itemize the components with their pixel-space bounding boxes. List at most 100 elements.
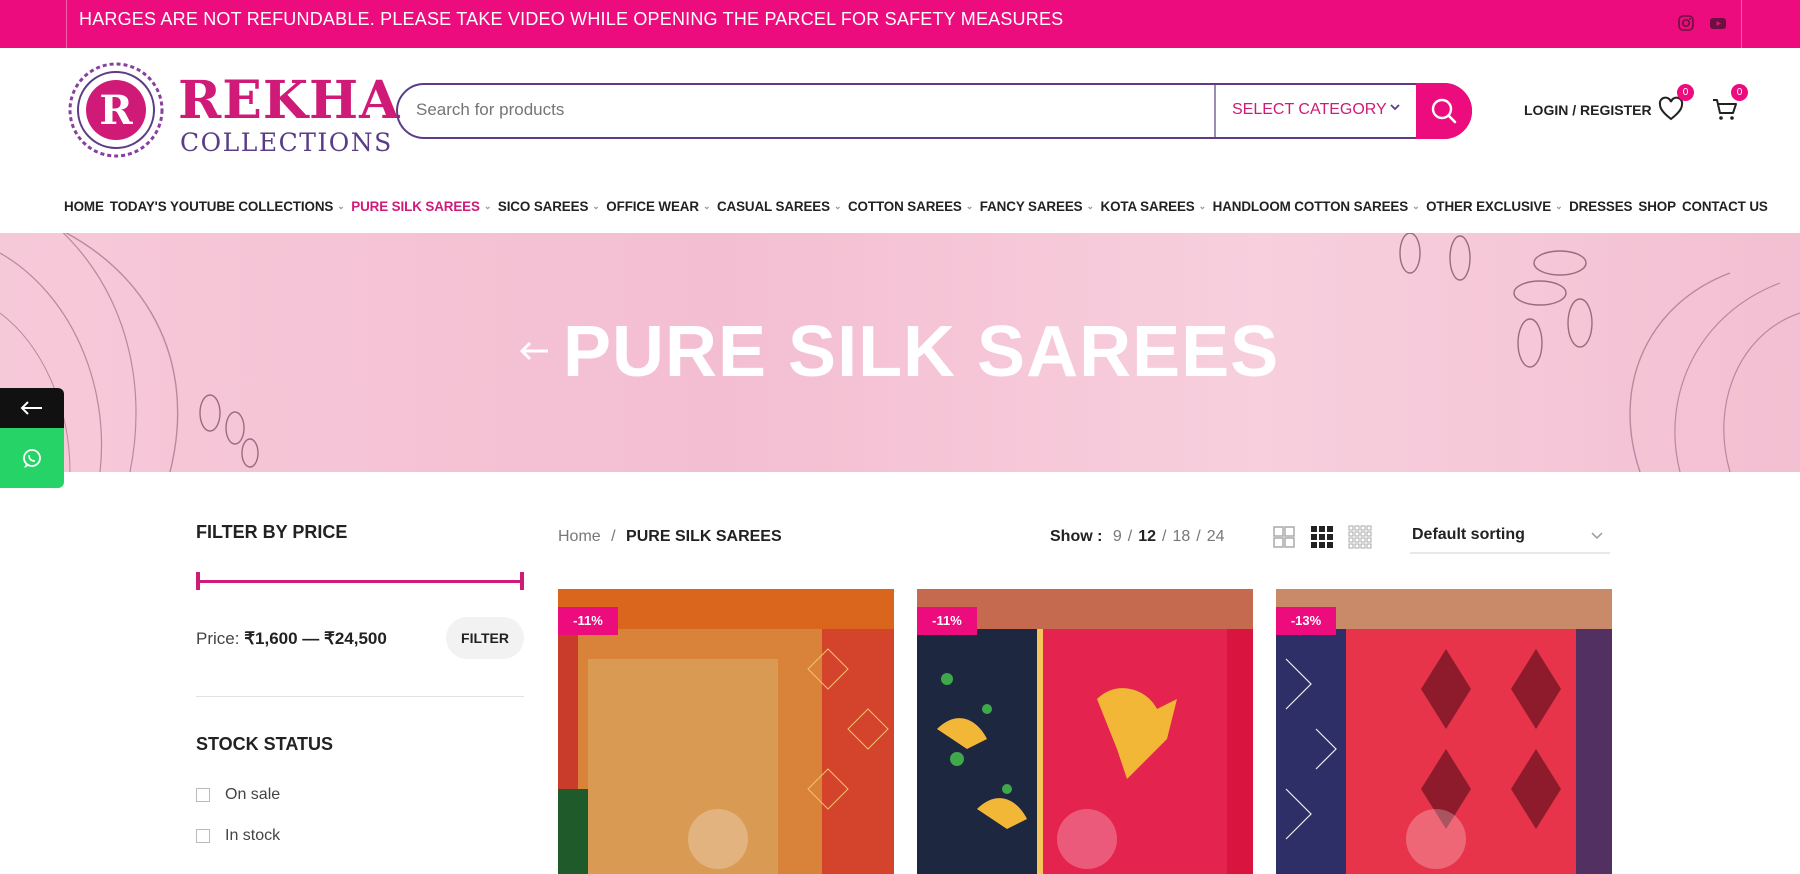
breadcrumb-home-link[interactable]: Home — [558, 528, 601, 545]
search-divider — [1214, 85, 1216, 137]
range-min-handle[interactable] — [196, 572, 200, 590]
nav-label: HOME — [64, 198, 104, 214]
product-card[interactable]: -13% — [1276, 589, 1612, 874]
nav-label: CASUAL SAREES — [716, 198, 830, 214]
instagram-icon[interactable] — [1677, 14, 1695, 32]
price-prefix: Price: — [196, 629, 240, 648]
wishlist-count-badge: 0 — [1677, 84, 1694, 101]
price-range-slider[interactable] — [196, 572, 524, 590]
main-nav: HOME TODAY'S YOUTUBE COLLECTIONS ⌄ PURE S… — [64, 194, 1774, 218]
product-card[interactable]: -11% — [558, 589, 894, 874]
chevron-down-icon: ⌄ — [702, 201, 711, 211]
show-option-9[interactable]: 9 — [1113, 528, 1122, 545]
range-max-handle[interactable] — [520, 572, 524, 590]
nav-label: HANDLOOM COTTON SAREES — [1212, 198, 1409, 214]
sticky-toggle-button[interactable] — [0, 388, 64, 428]
nav-label: DRESSES — [1569, 198, 1633, 214]
back-arrow-icon[interactable] — [514, 331, 554, 371]
breadcrumb: Home / PURE SILK SAREES — [558, 528, 782, 546]
chevron-down-icon: ⌄ — [1555, 201, 1563, 211]
grid-3-icon[interactable] — [1310, 525, 1334, 549]
category-select[interactable]: SELECT CATEGORY — [1232, 101, 1387, 119]
cart-count-badge: 0 — [1731, 84, 1748, 101]
nav-item-shop[interactable]: SHOP — [1638, 199, 1676, 214]
search-button[interactable] — [1416, 83, 1472, 139]
chevron-down-icon: ⌄ — [1412, 201, 1420, 211]
cart-button[interactable]: 0 — [1710, 84, 1748, 124]
logo-brand-sub: COLLECTIONS — [180, 128, 393, 157]
youtube-icon[interactable] — [1709, 14, 1727, 32]
site-logo[interactable]: R REKHA COLLECTIONS — [66, 60, 400, 160]
wishlist-button[interactable]: 0 — [1656, 84, 1694, 124]
announcement-inner: HARGES ARE NOT REFUNDABLE. PLEASE TAKE V… — [66, 0, 1742, 48]
show-option-12[interactable]: 12 — [1138, 528, 1156, 545]
sorting-select[interactable]: Default sorting — [1410, 526, 1610, 554]
chevron-down-icon — [1591, 532, 1603, 540]
filter-price-title: FILTER BY PRICE — [196, 522, 348, 542]
on-sale-label[interactable]: On sale — [225, 786, 280, 804]
chevron-down-icon: ⌄ — [592, 201, 600, 211]
nav-label: OTHER EXCLUSIVE — [1426, 198, 1552, 214]
discount-badge: -13% — [1276, 607, 1336, 635]
nav-item-home[interactable]: HOME — [64, 199, 104, 214]
chevron-down-icon[interactable] — [1388, 97, 1402, 117]
floral-decoration-right-icon — [1399, 233, 1800, 472]
nav-item-contact-us[interactable]: CONTACT US — [1682, 199, 1768, 214]
chevron-down-icon: ⌄ — [1086, 201, 1095, 211]
nav-label: KOTA SAREES — [1100, 198, 1195, 214]
login-register-link[interactable]: LOGIN / REGISTER — [1524, 102, 1652, 118]
chevron-down-icon: ⌄ — [483, 201, 492, 211]
nav-label: COTTON SAREES — [847, 198, 962, 214]
nav-label: FANCY SAREES — [979, 198, 1083, 214]
search-icon — [1431, 98, 1457, 124]
chevron-down-icon: ⌄ — [337, 201, 345, 211]
grid-2-icon[interactable] — [1272, 525, 1296, 549]
product-card[interactable]: -11% — [917, 589, 1253, 874]
chevron-down-icon: ⌄ — [965, 201, 974, 211]
logo-emblem-icon: R — [68, 62, 164, 158]
page-banner: PURE SILK SAREES — [0, 233, 1800, 472]
nav-label: OFFICE WEAR — [606, 198, 699, 214]
nav-item-pure-silk-sarees[interactable]: PURE SILK SAREES ⌄ — [351, 199, 492, 214]
nav-item-office-wear[interactable]: OFFICE WEAR ⌄ — [606, 199, 711, 214]
show-option-18[interactable]: 18 — [1173, 528, 1191, 545]
whatsapp-button[interactable] — [0, 428, 64, 488]
nav-label: PURE SILK SAREES — [351, 198, 480, 214]
nav-item-other-exclusive[interactable]: OTHER EXCLUSIVE ⌄ — [1426, 199, 1563, 214]
show-label: Show : — [1050, 528, 1103, 545]
logo-brand-name: REKHA — [178, 70, 401, 131]
site-header: R REKHA COLLECTIONS SELECT CATEGORY LOGI… — [0, 48, 1800, 174]
in-stock-checkbox[interactable] — [196, 829, 210, 843]
svg-text:R: R — [99, 87, 133, 134]
whatsapp-icon — [23, 449, 41, 468]
nav-item-sico-sarees[interactable]: SICO SAREES ⌄ — [498, 199, 600, 214]
breadcrumb-current: PURE SILK SAREES — [626, 528, 782, 545]
breadcrumb-separator: / — [611, 528, 616, 545]
nav-item-youtube-collections[interactable]: TODAY'S YOUTUBE COLLECTIONS ⌄ — [110, 199, 345, 214]
sidebar-divider — [196, 696, 524, 697]
discount-badge: -11% — [558, 607, 618, 635]
stock-status-title: STOCK STATUS — [196, 734, 334, 754]
chevron-down-icon: ⌄ — [1198, 201, 1207, 211]
in-stock-label[interactable]: In stock — [225, 827, 280, 845]
nav-item-kota-sarees[interactable]: KOTA SAREES ⌄ — [1101, 199, 1207, 214]
nav-item-fancy-sarees[interactable]: FANCY SAREES ⌄ — [980, 199, 1095, 214]
nav-item-casual-sarees[interactable]: CASUAL SAREES ⌄ — [717, 199, 842, 214]
social-links — [1677, 14, 1727, 32]
show-option-24[interactable]: 24 — [1207, 528, 1225, 545]
search-input[interactable] — [416, 100, 1196, 120]
price-range-label: Price: ₹1,600 — ₹24,500 — [196, 629, 387, 649]
nav-label: SICO SAREES — [497, 198, 589, 214]
announcement-bar: HARGES ARE NOT REFUNDABLE. PLEASE TAKE V… — [0, 0, 1800, 48]
nav-item-dresses[interactable]: DRESSES — [1569, 199, 1632, 214]
sorting-value: Default sorting — [1412, 526, 1525, 543]
chevron-down-icon: ⌄ — [833, 201, 842, 211]
grid-4-icon[interactable] — [1348, 525, 1372, 549]
on-sale-checkbox[interactable] — [196, 788, 210, 802]
nav-label: CONTACT US — [1681, 198, 1768, 214]
announcement-text: HARGES ARE NOT REFUNDABLE. PLEASE TAKE V… — [79, 9, 1064, 29]
price-range-value: ₹1,600 — ₹24,500 — [244, 629, 387, 648]
nav-item-handloom-cotton-sarees[interactable]: HANDLOOM COTTON SAREES ⌄ — [1213, 199, 1420, 214]
filter-button[interactable]: FILTER — [446, 617, 524, 659]
nav-item-cotton-sarees[interactable]: COTTON SAREES ⌄ — [848, 199, 974, 214]
